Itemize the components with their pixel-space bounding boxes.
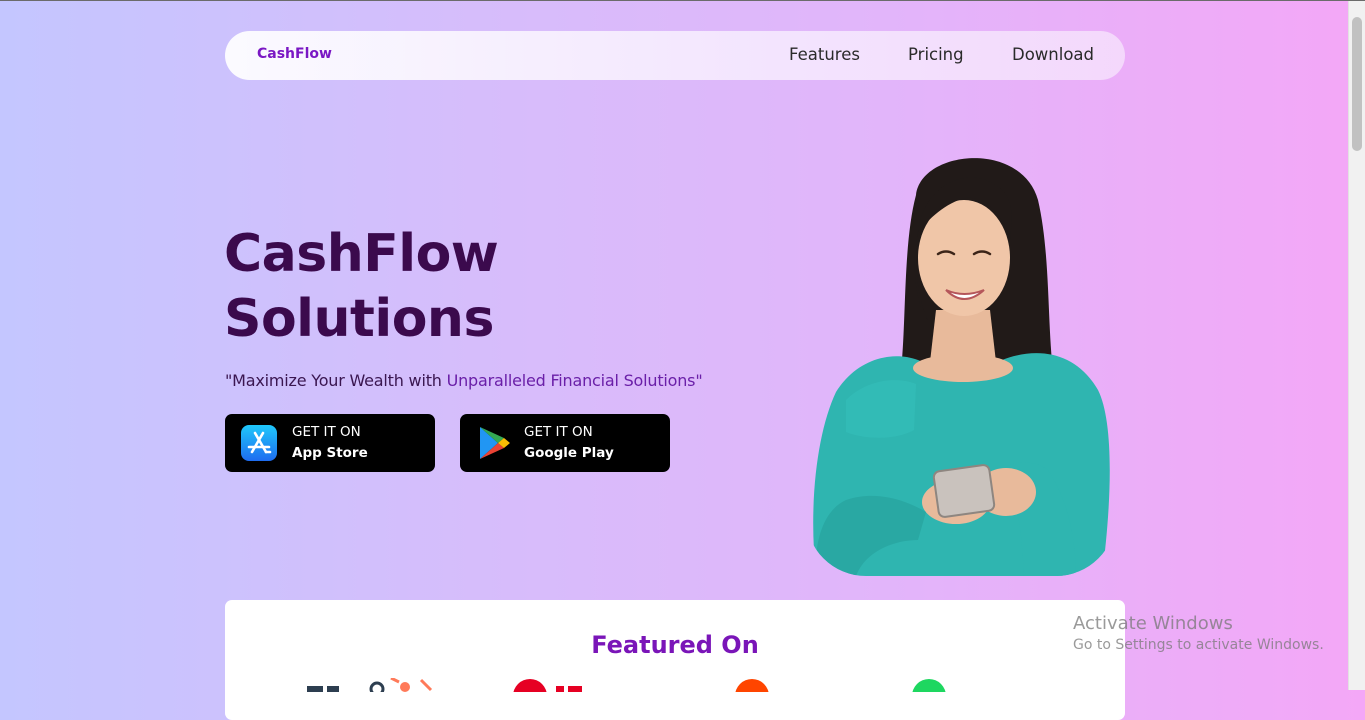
vertical-scrollbar[interactable] (1348, 1, 1365, 690)
hero-title-line1: CashFlow (224, 224, 499, 284)
woman-illustration (813, 158, 1110, 576)
hero-title-line2: Solutions (224, 289, 494, 349)
app-store-line1: GET IT ON (292, 424, 361, 440)
google-play-button[interactable]: GET IT ON Google Play (460, 414, 670, 472)
spotify-logo-icon (912, 679, 946, 692)
google-play-icon (480, 427, 510, 459)
tagline-text: "Maximize Your Wealth with (225, 371, 447, 390)
navbar: CashFlow Features Pricing Download (225, 31, 1125, 80)
window-top-border (0, 0, 1365, 1)
pinterest-logo-icon (513, 679, 582, 692)
app-store-line2: App Store (292, 445, 368, 461)
app-store-icon (241, 425, 277, 461)
brand-logo[interactable]: CashFlow (257, 46, 332, 62)
google-play-line1: GET IT ON (524, 424, 593, 440)
nav-link-pricing[interactable]: Pricing (908, 45, 964, 64)
featured-on-title: Featured On (591, 631, 759, 659)
scrollbar-thumb[interactable] (1352, 17, 1362, 151)
featured-on-section: Featured On (225, 600, 1125, 720)
app-store-button[interactable]: GET IT ON App Store (225, 414, 435, 472)
google-play-line2: Google Play (524, 445, 614, 461)
reddit-logo-icon (735, 679, 769, 692)
watermark-title: Activate Windows (1073, 613, 1233, 634)
hero-tagline: "Maximize Your Wealth with Unparalleled … (225, 371, 703, 390)
tagline-accent-text: Unparalleled Financial Solutions" (446, 371, 703, 390)
watermark-subtitle: Go to Settings to activate Windows. (1073, 637, 1324, 653)
nav-link-features[interactable]: Features (789, 45, 860, 64)
nav-link-download[interactable]: Download (1012, 45, 1094, 64)
hero-photo-woman-with-phone (806, 140, 1116, 576)
windows-activation-watermark: Activate Windows Go to Settings to activ… (1073, 613, 1324, 653)
